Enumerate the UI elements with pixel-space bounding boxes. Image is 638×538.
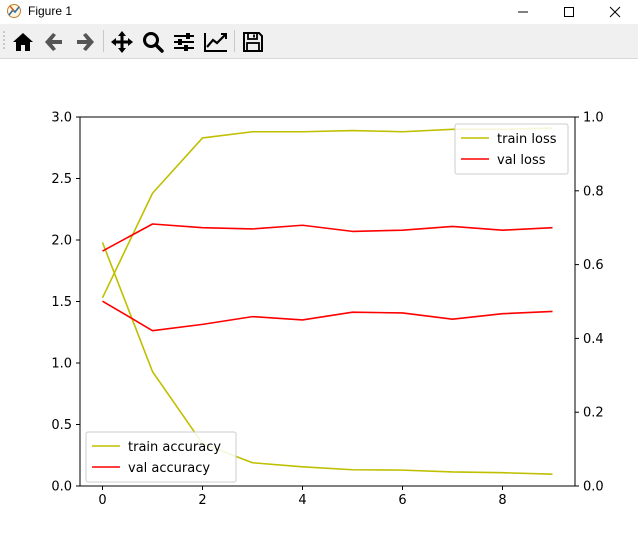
right-y-tick-label: 0.8 <box>583 184 604 199</box>
forward-button[interactable] <box>72 29 98 55</box>
pan-button[interactable] <box>109 29 135 55</box>
left-y-tick-label: 2.5 <box>51 172 72 187</box>
back-button[interactable] <box>41 29 67 55</box>
right-y-tick-label: 0.4 <box>583 332 604 347</box>
toolbar-separator <box>103 30 104 52</box>
x-tick-label: 0 <box>98 493 106 508</box>
legend-label: val loss <box>497 153 546 168</box>
maximize-icon <box>564 7 574 17</box>
toolbar-separator <box>234 30 235 52</box>
window-titlebar: Figure 1 <box>0 0 638 24</box>
x-tick-label: 2 <box>198 493 206 508</box>
left-y-tick-label: 2.0 <box>51 234 72 249</box>
series-line-val-accuracy <box>102 300 553 332</box>
edit-axis-button[interactable] <box>202 29 228 55</box>
left-y-tick-label: 0.0 <box>51 480 72 495</box>
right-y-tick-label: 1.0 <box>583 111 604 126</box>
save-button[interactable] <box>240 29 266 55</box>
series-line-val-loss <box>102 223 553 252</box>
maximize-button[interactable] <box>546 0 592 24</box>
right-y-tick-label: 0.0 <box>583 480 604 495</box>
arrow-left-icon <box>45 33 62 51</box>
chart: 0 2 4 6 8 0.0 0.5 1.0 1.5 2.0 2.5 3.0 0.0 0.2 0.4 0.6 0.… <box>51 111 604 509</box>
home-icon <box>13 33 33 51</box>
left-y-tick-label: 1.0 <box>51 357 72 372</box>
x-tick-label: 6 <box>398 493 406 508</box>
home-button[interactable] <box>10 29 36 55</box>
left-y-tick-label: 1.5 <box>51 295 72 310</box>
minimize-button[interactable] <box>500 0 546 24</box>
left-y-tick-label: 3.0 <box>51 111 72 126</box>
legend-label: val accuracy <box>128 461 210 476</box>
app-icon <box>7 4 21 18</box>
x-tick-label: 4 <box>298 493 306 508</box>
move-icon <box>111 31 133 53</box>
zoom-button[interactable] <box>140 29 166 55</box>
line-chart-icon <box>204 33 227 52</box>
close-button[interactable] <box>592 0 638 24</box>
minimize-icon <box>518 11 528 13</box>
left-y-tick-label: 0.5 <box>51 418 72 433</box>
x-tick-label: 8 <box>498 493 506 508</box>
figure-canvas[interactable]: 0 2 4 6 8 0.0 0.5 1.0 1.5 2.0 2.5 3.0 0.0 0.2 0.4 0.6 0.… <box>0 59 638 534</box>
window-title: Figure 1 <box>28 4 73 18</box>
legend-loss: train loss val loss <box>454 123 569 175</box>
toolbar-grip <box>3 31 5 49</box>
legend-label: train loss <box>497 132 557 147</box>
legend-accuracy: train accuracy val accuracy <box>85 431 237 483</box>
navigation-toolbar <box>0 24 638 59</box>
right-y-tick-label: 0.2 <box>583 406 604 421</box>
search-icon <box>143 32 164 53</box>
save-icon <box>243 32 263 52</box>
configure-subplots-button[interactable] <box>171 29 197 55</box>
right-y-tick-label: 0.6 <box>583 258 604 273</box>
legend-label: train accuracy <box>128 440 221 455</box>
close-icon <box>609 6 621 18</box>
sliders-icon <box>174 33 194 51</box>
arrow-right-icon <box>77 33 94 51</box>
